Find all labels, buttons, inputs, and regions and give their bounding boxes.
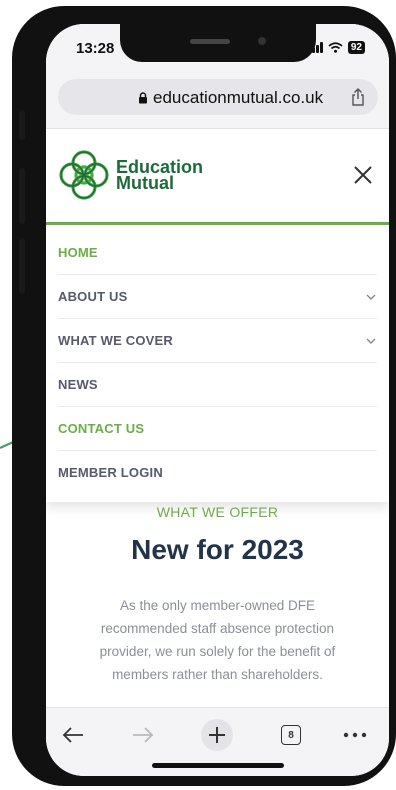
mobile-nav-menu: HOME ABOUT US WHAT WE COVER NEWS CONTACT…: [46, 231, 389, 502]
battery-icon: 92: [347, 41, 365, 54]
menu-item-label: CONTACT US: [58, 421, 145, 436]
speaker: [190, 39, 230, 44]
menu-item-about-us[interactable]: ABOUT US: [58, 275, 377, 319]
section-eyebrow: WHAT WE OFFER: [156, 504, 279, 520]
forward-button[interactable]: [128, 720, 158, 750]
volume-down-button: [19, 238, 25, 294]
celtic-knot-logo-icon: [59, 150, 109, 200]
section-body: As the only member-owned DFE recommended…: [99, 598, 336, 682]
logo-wordmark: Education Mutual: [116, 158, 203, 193]
share-icon[interactable]: [350, 88, 366, 106]
page-content: WHAT WE OFFER New for 2023 As the only m…: [46, 504, 389, 686]
chevron-down-icon[interactable]: [365, 293, 377, 301]
menu-item-contact-us[interactable]: CONTACT US: [58, 407, 377, 451]
chevron-down-icon[interactable]: [365, 337, 377, 345]
url-text: educationmutual.co.uk: [153, 88, 324, 107]
menu-item-label: MEMBER LOGIN: [58, 465, 163, 480]
menu-item-label: HOME: [58, 245, 98, 260]
close-icon: [354, 166, 372, 184]
new-tab-button[interactable]: [201, 719, 233, 751]
notch: [120, 24, 316, 62]
site-header: Education Mutual: [46, 129, 389, 225]
menu-item-news[interactable]: NEWS: [58, 363, 377, 407]
phone-screen: 13:28 92 educationmutual.co.uk Education…: [46, 24, 389, 776]
back-button[interactable]: [58, 720, 88, 750]
volume-up-button: [19, 168, 25, 224]
menu-item-label: WHAT WE COVER: [58, 333, 174, 348]
wifi-icon: [328, 42, 343, 53]
tabs-button[interactable]: 8: [276, 720, 306, 750]
plus-circle: [201, 719, 233, 751]
lock-icon: [139, 92, 147, 104]
home-indicator: [152, 763, 284, 768]
menu-item-member-login[interactable]: MEMBER LOGIN: [58, 451, 377, 494]
plus-icon: [209, 727, 225, 743]
menu-item-label: ABOUT US: [58, 289, 128, 304]
address-bar[interactable]: educationmutual.co.uk: [58, 79, 378, 115]
status-icons: 92: [307, 41, 365, 54]
more-options-button[interactable]: [340, 720, 370, 750]
status-time: 13:28: [76, 40, 115, 57]
phone-frame: 13:28 92 educationmutual.co.uk Education…: [12, 6, 396, 786]
url-display: educationmutual.co.uk: [138, 88, 323, 108]
section-headline: New for 2023: [131, 534, 304, 565]
tab-count-badge: 8: [281, 725, 301, 745]
arrow-right-icon: [133, 727, 154, 743]
site-logo[interactable]: Education Mutual: [58, 149, 203, 201]
logo-line-mutual: Mutual: [116, 173, 174, 193]
close-menu-button[interactable]: [351, 163, 375, 187]
more-dots-icon: [343, 732, 367, 738]
menu-item-what-we-cover[interactable]: WHAT WE COVER: [58, 319, 377, 363]
mute-switch: [19, 110, 25, 140]
browser-address-area: educationmutual.co.uk: [46, 72, 389, 129]
menu-item-home[interactable]: HOME: [58, 231, 377, 275]
camera: [258, 37, 266, 45]
menu-item-label: NEWS: [58, 377, 98, 392]
arrow-left-icon: [62, 727, 83, 743]
